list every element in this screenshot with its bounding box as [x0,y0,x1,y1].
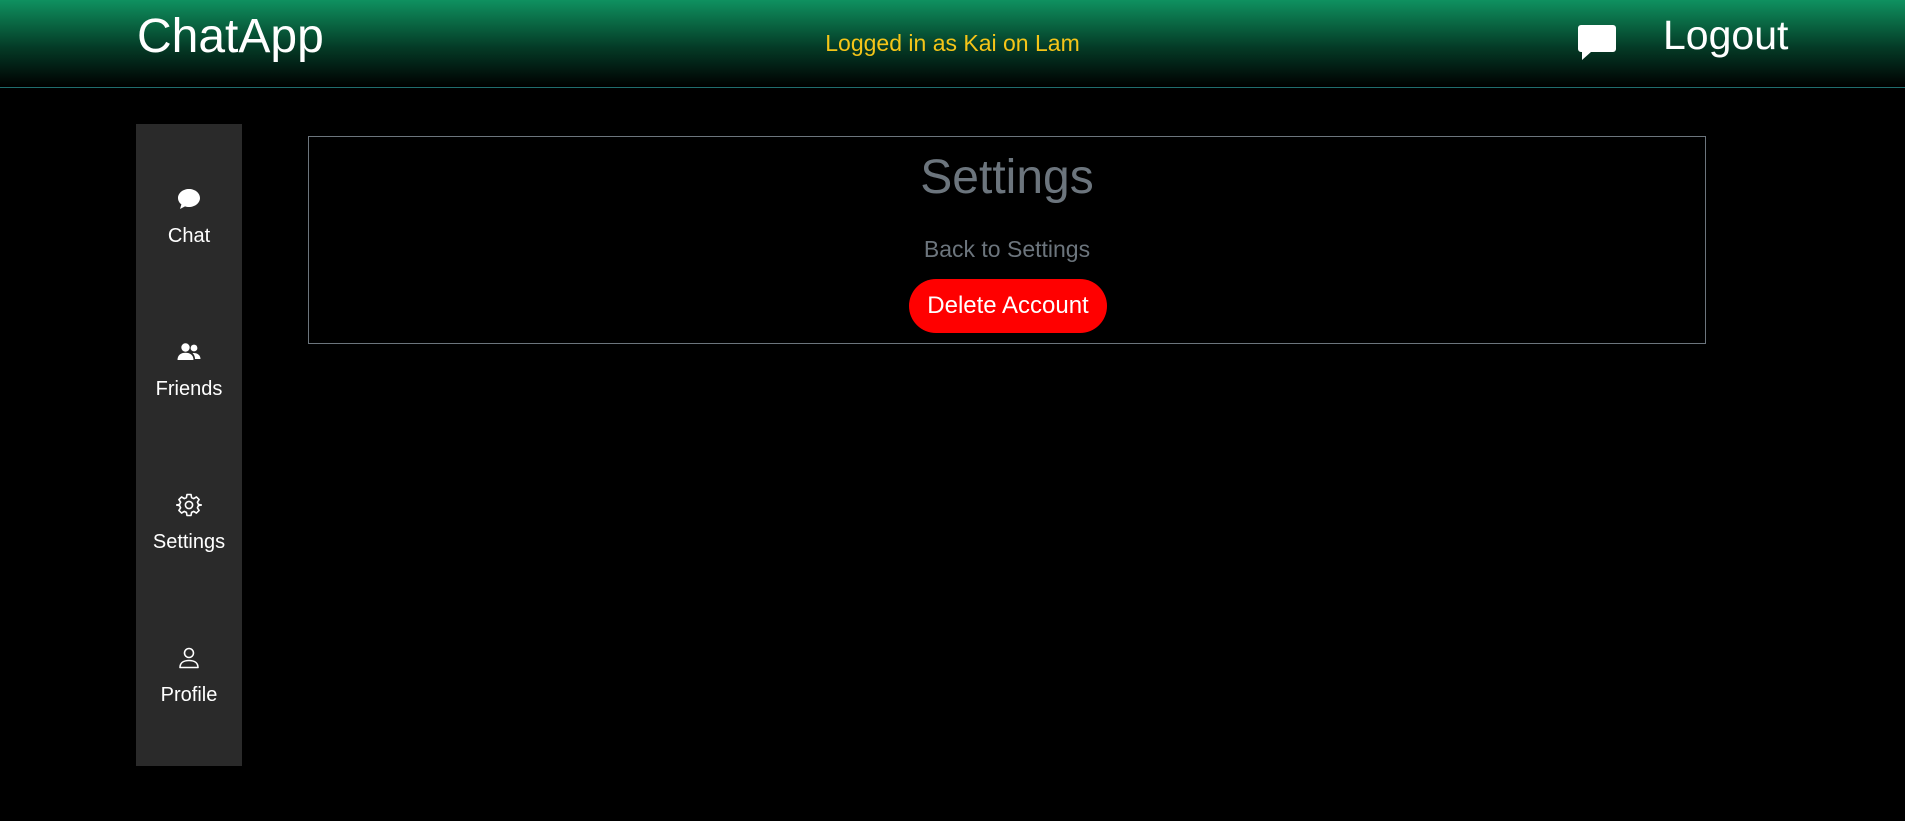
back-to-settings-link[interactable]: Back to Settings [309,235,1705,263]
sidebar-item-friends[interactable]: Friends [136,339,242,449]
people-icon [177,343,201,360]
message-bubble-icon[interactable] [1577,23,1617,61]
logout-button[interactable]: Logout [1663,11,1788,59]
sidebar: Chat Friends Settings Profile [136,124,242,766]
settings-panel: Settings Back to Settings Delete Account [308,136,1706,344]
sidebar-item-label: Friends [155,378,223,400]
sidebar-item-label: Profile [160,684,218,706]
sidebar-item-settings[interactable]: Settings [136,492,242,602]
sidebar-item-chat[interactable]: Chat [136,186,242,296]
delete-account-button[interactable]: Delete Account [909,279,1107,333]
sidebar-item-label: Settings [152,531,226,553]
gear-icon [176,493,202,517]
sidebar-item-label: Chat [167,225,211,247]
chat-bubble-icon [178,189,200,209]
person-icon [179,647,199,669]
page-title: Settings [920,151,1094,204]
top-navbar: ChatApp Logged in as Kai on Lam Logout [0,0,1905,88]
sidebar-item-profile[interactable]: Profile [136,645,242,755]
login-status: Logged in as Kai on Lam [825,30,1080,56]
